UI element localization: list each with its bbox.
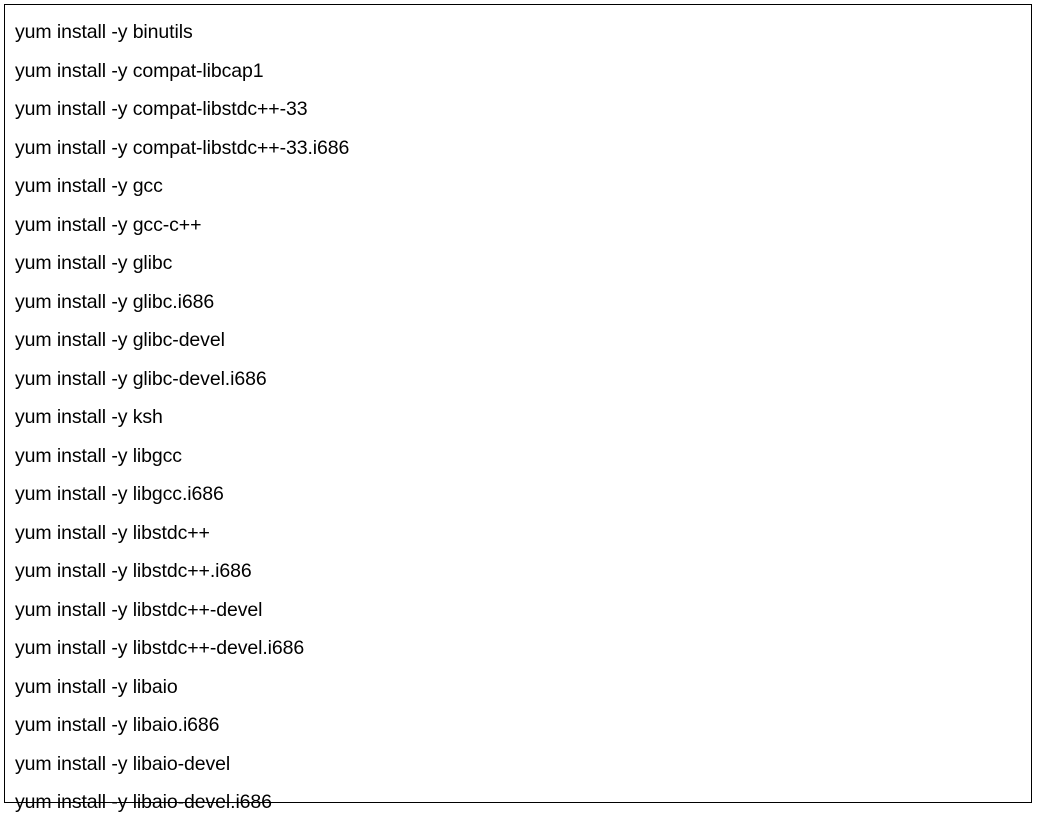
code-line: yum install -y gcc-c++ — [15, 206, 1021, 245]
code-line: yum install -y ksh — [15, 398, 1021, 437]
code-line: yum install -y libstdc++-devel.i686 — [15, 629, 1021, 668]
code-line: yum install -y glibc — [15, 244, 1021, 283]
command-code-block: yum install -y binutils yum install -y c… — [4, 4, 1032, 803]
code-line: yum install -y gcc — [15, 167, 1021, 206]
code-line: yum install -y libstdc++.i686 — [15, 552, 1021, 591]
code-line: yum install -y compat-libstdc++-33.i686 — [15, 129, 1021, 168]
code-line: yum install -y compat-libstdc++-33 — [15, 90, 1021, 129]
code-line: yum install -y libaio — [15, 668, 1021, 707]
code-line: yum install -y libstdc++-devel — [15, 591, 1021, 630]
code-line: yum install -y binutils — [15, 13, 1021, 52]
code-line: yum install -y libgcc.i686 — [15, 475, 1021, 514]
code-line: yum install -y libgcc — [15, 437, 1021, 476]
code-line: yum install -y libaio.i686 — [15, 706, 1021, 745]
code-line: yum install -y glibc.i686 — [15, 283, 1021, 322]
code-line: yum install -y glibc-devel — [15, 321, 1021, 360]
code-line: yum install -y compat-libcap1 — [15, 52, 1021, 91]
code-line: yum install -y libaio-devel.i686 — [15, 783, 1021, 822]
code-line: yum install -y glibc-devel.i686 — [15, 360, 1021, 399]
code-line: yum install -y libaio-devel — [15, 745, 1021, 784]
code-line: yum install -y libstdc++ — [15, 514, 1021, 553]
